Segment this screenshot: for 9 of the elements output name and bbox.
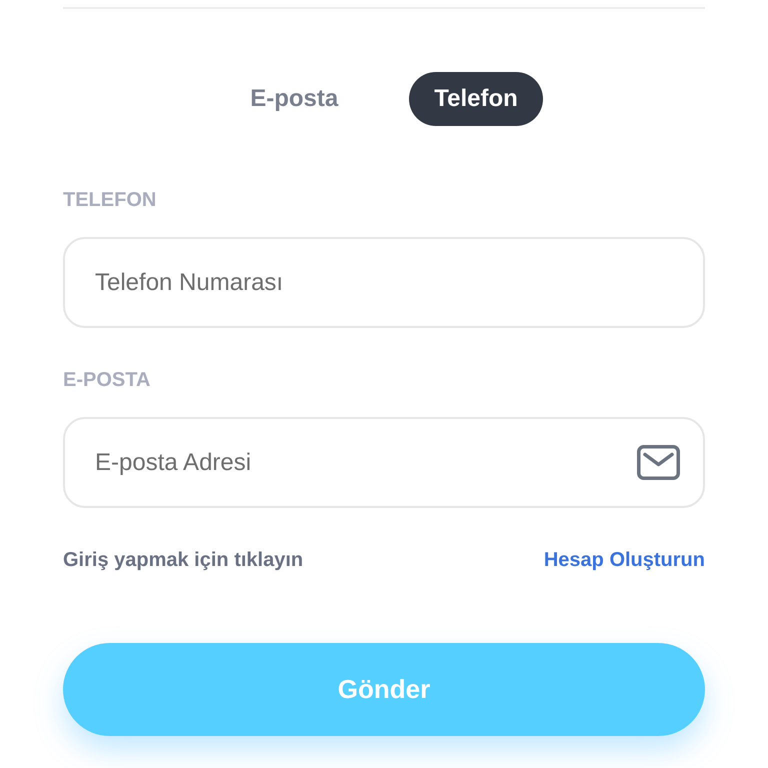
- create-account-link[interactable]: Hesap Oluşturun: [544, 545, 705, 575]
- mail-icon: [637, 445, 680, 480]
- login-link[interactable]: Giriş yapmak için tıklayın: [63, 545, 304, 575]
- tab[interactable]: E-posta: [225, 72, 364, 126]
- field-label: TELEFON: [63, 188, 156, 212]
- tab[interactable]: Telefon: [409, 72, 543, 126]
- field-label: E-POSTA: [63, 368, 150, 392]
- phone-field[interactable]: Telefon Numarası: [63, 237, 705, 328]
- email-field[interactable]: E-posta Adresi: [63, 417, 705, 508]
